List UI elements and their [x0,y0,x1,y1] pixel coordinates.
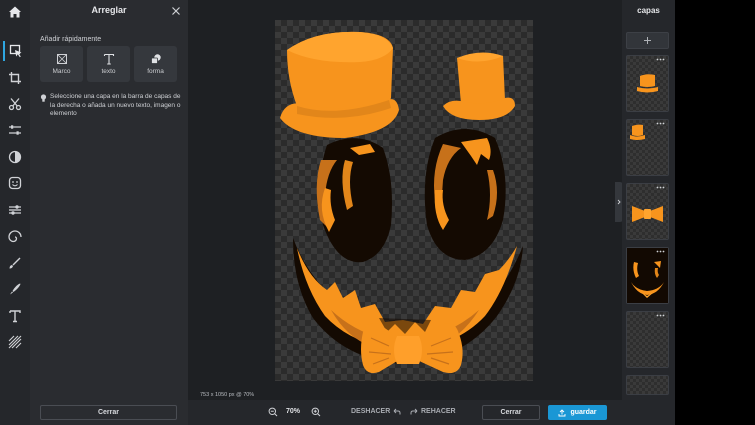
draw-icon[interactable] [5,279,25,299]
redo-button[interactable]: REHACER [410,408,456,415]
panel-cancel-button[interactable]: Cerrar [40,405,177,420]
zoom-in-icon[interactable] [311,407,321,417]
layers-panel: capas [622,0,675,400]
more-options-icon[interactable] [656,122,665,125]
canvas-area: 753 x 1050 px @ 70% [188,0,615,400]
text-icon [103,53,114,65]
filters-icon[interactable] [5,200,25,220]
more-options-icon[interactable] [656,58,665,61]
add-frame-button[interactable]: Marco [40,46,83,82]
quick-add-label: Añadir rápidamente [40,36,102,43]
artboard[interactable] [275,20,533,381]
undo-icon [393,408,401,415]
add-shape-button[interactable]: forma [134,46,177,82]
layer-thumbnail [637,74,658,93]
spiral-icon[interactable] [5,227,25,247]
large-top-hat [280,31,399,138]
arrange-panel: Arreglar Añadir rápidamente Marco texto … [30,0,188,425]
letterbox-area [675,0,755,425]
layer-hat-small[interactable] [626,119,669,176]
shapes-icon [150,54,161,64]
add-frame-label: Marco [52,68,71,75]
right-eye [424,129,506,260]
quick-add-grid: Marco texto forma [40,46,177,82]
hint-box: Seleccione una capa en la barra de capas… [40,93,182,119]
arrange-icon[interactable] [3,41,27,61]
cutout-icon[interactable] [5,94,25,114]
zoom-level: 70% [286,408,301,415]
add-shape-label: forma [147,68,164,75]
frame-icon [56,54,67,64]
layer-thumbnail [627,248,668,303]
left-eye [316,138,392,263]
add-text-button[interactable]: texto [87,46,130,82]
save-label: guardar [570,409,597,416]
close-icon[interactable] [170,4,182,16]
home-icon[interactable] [5,2,25,22]
text-tool-icon[interactable] [5,306,25,326]
save-button[interactable]: guardar [548,405,607,420]
add-layer-button[interactable] [626,32,669,49]
more-options-icon[interactable] [656,186,665,189]
crop-icon[interactable] [5,68,25,88]
zoom-out-icon[interactable] [268,407,278,417]
more-options-icon[interactable] [656,250,665,253]
add-text-label: texto [101,68,116,75]
adjust-icon[interactable] [5,120,25,140]
panel-title: Arreglar [91,5,127,15]
stickers-icon[interactable] [5,173,25,193]
layer-partial[interactable] [626,375,669,395]
texture-icon[interactable] [5,332,25,352]
lightbulb-icon [40,94,47,102]
brush-icon[interactable] [5,253,25,273]
pumpkin-face-artwork [280,31,523,374]
redo-icon [410,408,418,415]
layer-pumpkin-face[interactable] [626,247,669,304]
hint-text: Seleccione una capa en la barra de capas… [50,93,181,117]
layer-bowtie[interactable] [626,183,669,240]
plus-icon [644,37,651,44]
layer-thumbnail [632,206,663,222]
layer-hat-large[interactable] [626,55,669,112]
more-options-icon[interactable] [656,314,665,317]
cancel-button[interactable]: Cerrar [482,405,540,420]
layer-background[interactable] [626,311,669,368]
effects-icon[interactable] [5,147,25,167]
canvas-dimensions: 753 x 1050 px @ 70% [200,392,255,398]
upload-icon [559,408,566,416]
small-top-hat [443,52,515,120]
tool-rail [0,0,30,425]
undo-button[interactable]: DESHACER [351,408,401,415]
bottom-bar: 70% DESHACER REHACER Cerrar guardar [188,400,675,425]
layers-title: capas [637,6,660,15]
undo-label: DESHACER [351,408,391,415]
redo-label: REHACER [421,408,456,415]
layer-thumbnail [630,124,645,140]
